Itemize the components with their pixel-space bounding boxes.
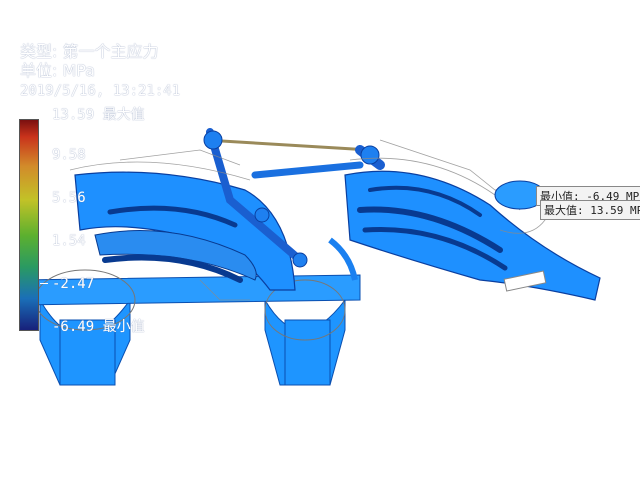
legend-value-label: -2.47 — [52, 276, 95, 292]
legend-value-label: 9.58 — [52, 147, 86, 163]
legend-value-label: 5.56 — [52, 190, 86, 206]
legend-tick — [40, 155, 48, 156]
legend-tick — [40, 283, 48, 284]
legend-max-label: 13.59 最大值 — [52, 107, 145, 123]
3d-viewport[interactable] — [0, 0, 640, 480]
result-type-label: 类型: 第一个主应力 — [20, 42, 159, 61]
legend-tick — [40, 197, 48, 198]
max-value-probe[interactable]: 最大值: 13.59 MPa — [540, 200, 640, 220]
result-timestamp: 2019/5/16, 13:21:41 — [20, 83, 181, 99]
legend-min-label: -6.49 最小值 — [52, 319, 145, 335]
legend-value-label: 1.54 — [52, 233, 86, 249]
legend-tick — [40, 240, 48, 241]
result-unit-label: 单位: MPa — [20, 61, 96, 80]
stress-color-legend — [19, 119, 39, 331]
